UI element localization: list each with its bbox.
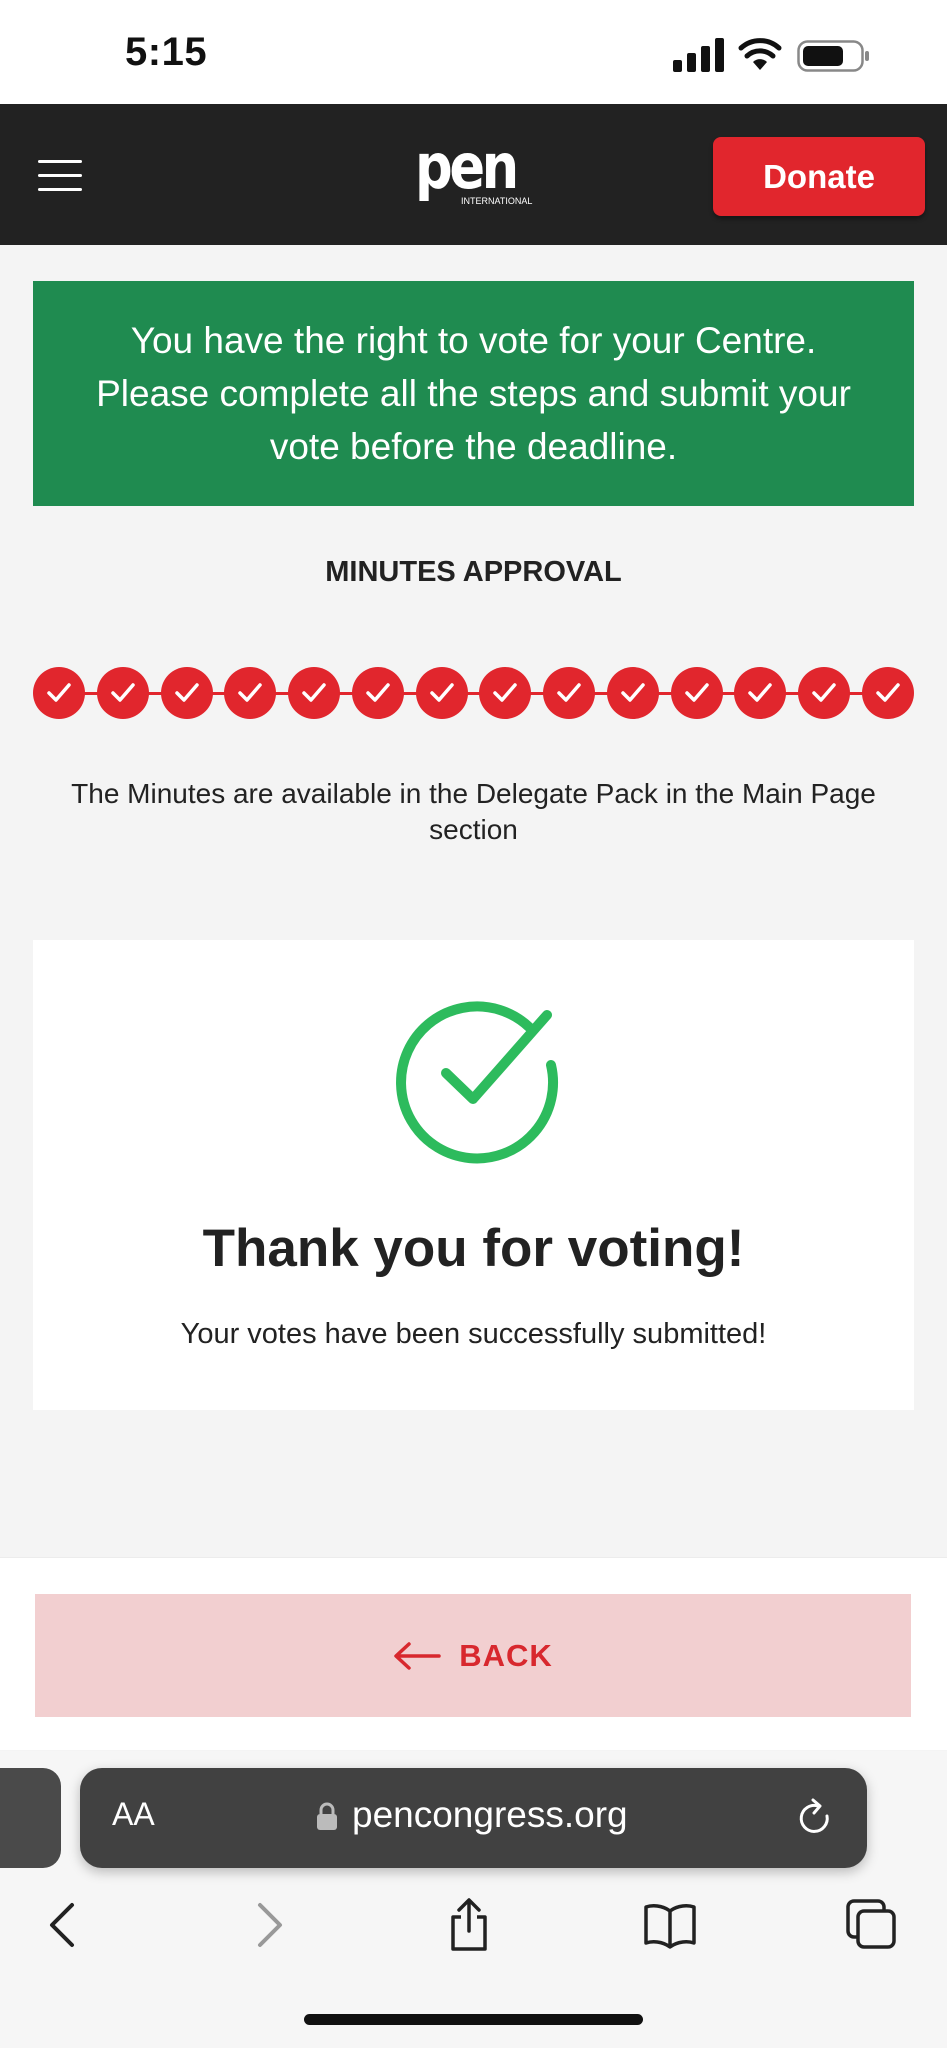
share-icon[interactable] [441, 1897, 497, 1953]
back-icon[interactable] [36, 1897, 92, 1953]
hamburger-menu-icon[interactable] [38, 160, 82, 192]
site-header: pen INTERNATIONAL Donate [0, 104, 947, 245]
check-icon [111, 683, 135, 702]
step-indicator[interactable] [734, 667, 787, 719]
check-icon [493, 683, 518, 702]
previous-tab-peek[interactable] [0, 1768, 61, 1868]
check-icon [812, 683, 836, 702]
reader-aa-button[interactable]: AA [112, 1796, 155, 1833]
reload-icon[interactable] [796, 1798, 834, 1838]
aa-label: AA [112, 1796, 155, 1832]
back-button[interactable]: BACK [35, 1594, 911, 1717]
bookmarks-icon[interactable] [642, 1897, 698, 1953]
back-label: BACK [459, 1637, 553, 1673]
logo-subtitle: INTERNATIONAL [461, 196, 533, 206]
check-icon [429, 683, 454, 702]
signal-icon [673, 38, 724, 72]
section-title: MINUTES APPROVAL [325, 556, 622, 588]
vote-rights-banner: You have the right to vote for your Cent… [33, 281, 914, 506]
check-icon [557, 683, 581, 702]
check-icon [748, 683, 773, 702]
check-icon [47, 683, 71, 702]
step-indicator[interactable] [543, 667, 596, 719]
step-indicator[interactable] [351, 667, 404, 719]
check-icon [684, 683, 709, 702]
banner-text: You have the right to vote for your Cent… [96, 320, 851, 467]
back-area: BACK [0, 1557, 947, 1750]
check-icon [876, 683, 900, 702]
minutes-note: The Minutes are available in the Delegat… [71, 778, 876, 845]
url-text[interactable]: pencongress.org [352, 1794, 628, 1836]
arrow-left-icon [394, 1641, 441, 1670]
success-message: Your votes have been successfully submit… [180, 1318, 767, 1350]
check-icon [174, 683, 199, 702]
logo-wordmark: pen [415, 130, 519, 203]
steps-progress [33, 667, 914, 719]
success-title: Thank you for voting! [202, 1219, 745, 1278]
tabs-icon[interactable] [844, 1897, 900, 1953]
step-indicator[interactable] [670, 667, 723, 719]
step-indicator[interactable] [288, 667, 341, 719]
wifi-icon [738, 38, 782, 70]
check-icon [238, 683, 263, 702]
step-indicator[interactable] [479, 667, 532, 719]
step-indicator[interactable] [33, 667, 85, 719]
step-indicator[interactable] [224, 667, 277, 719]
step-indicator[interactable] [96, 667, 149, 719]
donate-button[interactable]: Donate [713, 137, 925, 216]
check-icon [621, 683, 645, 702]
lock-icon [317, 1802, 337, 1830]
step-indicator[interactable] [606, 667, 659, 719]
battery-icon [797, 40, 869, 72]
home-indicator [304, 2014, 643, 2025]
success-card: Thank you for voting! Your votes have be… [33, 940, 914, 1410]
pen-international-logo[interactable]: pen INTERNATIONAL [415, 130, 532, 214]
url-bar[interactable]: AA pencongress.org [80, 1768, 867, 1868]
step-indicator[interactable] [160, 667, 213, 719]
browser-toolbar: AA pencongress.org [0, 1751, 947, 2048]
check-circle-icon [396, 1001, 558, 1164]
step-indicator[interactable] [862, 667, 914, 719]
forward-icon[interactable] [240, 1897, 296, 1953]
check-icon [302, 683, 326, 702]
step-indicator[interactable] [415, 667, 468, 719]
status-bar: 5:15 [0, 0, 947, 104]
status-time: 5:15 [125, 30, 208, 74]
check-icon [366, 683, 390, 702]
step-indicator[interactable] [798, 667, 851, 719]
